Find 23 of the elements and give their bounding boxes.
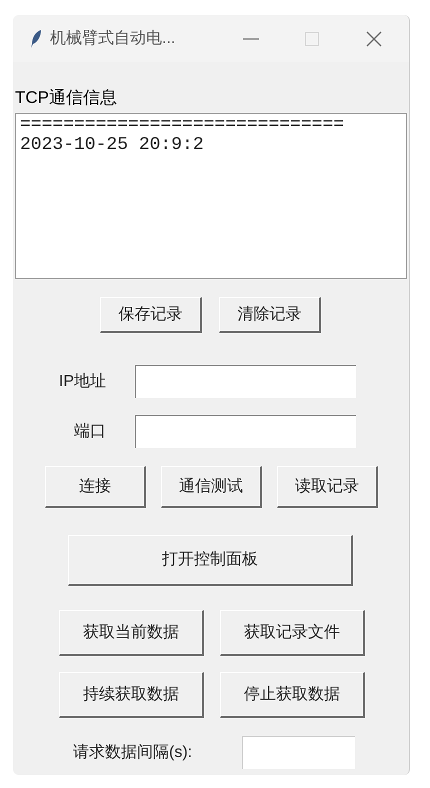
action-button[interactable]: 连接 xyxy=(45,466,146,508)
input-field[interactable] xyxy=(135,415,356,448)
input-field[interactable] xyxy=(135,365,356,398)
field-label: 请求数据间隔(s): xyxy=(73,742,194,762)
action-button[interactable]: 停止获取数据 xyxy=(220,672,365,718)
window-title: 机械臂式自动电... xyxy=(50,28,176,48)
field-label: IP地址 xyxy=(58,372,107,392)
action-button[interactable]: 获取记录文件 xyxy=(220,610,365,656)
close-icon[interactable] xyxy=(366,30,382,46)
action-button[interactable]: 保存记录 xyxy=(100,297,202,333)
feather-icon xyxy=(30,28,42,48)
section-label: TCP通信信息 xyxy=(15,88,118,108)
action-button[interactable]: 获取当前数据 xyxy=(59,610,204,656)
action-button[interactable]: 通信测试 xyxy=(161,466,262,508)
action-button[interactable]: 打开控制面板 xyxy=(68,535,353,586)
log-line: ============================== xyxy=(20,115,344,135)
action-button[interactable]: 清除记录 xyxy=(219,297,321,333)
field-label: 端口 xyxy=(73,422,107,442)
log-line: 2023-10-25 20:9:2 xyxy=(20,135,204,155)
action-button[interactable]: 读取记录 xyxy=(277,466,378,508)
log-text-area[interactable]: ============================== 2023-10-25 20:9:2 xyxy=(15,113,407,279)
input-field[interactable] xyxy=(242,736,355,769)
action-button[interactable]: 持续获取数据 xyxy=(59,672,204,718)
